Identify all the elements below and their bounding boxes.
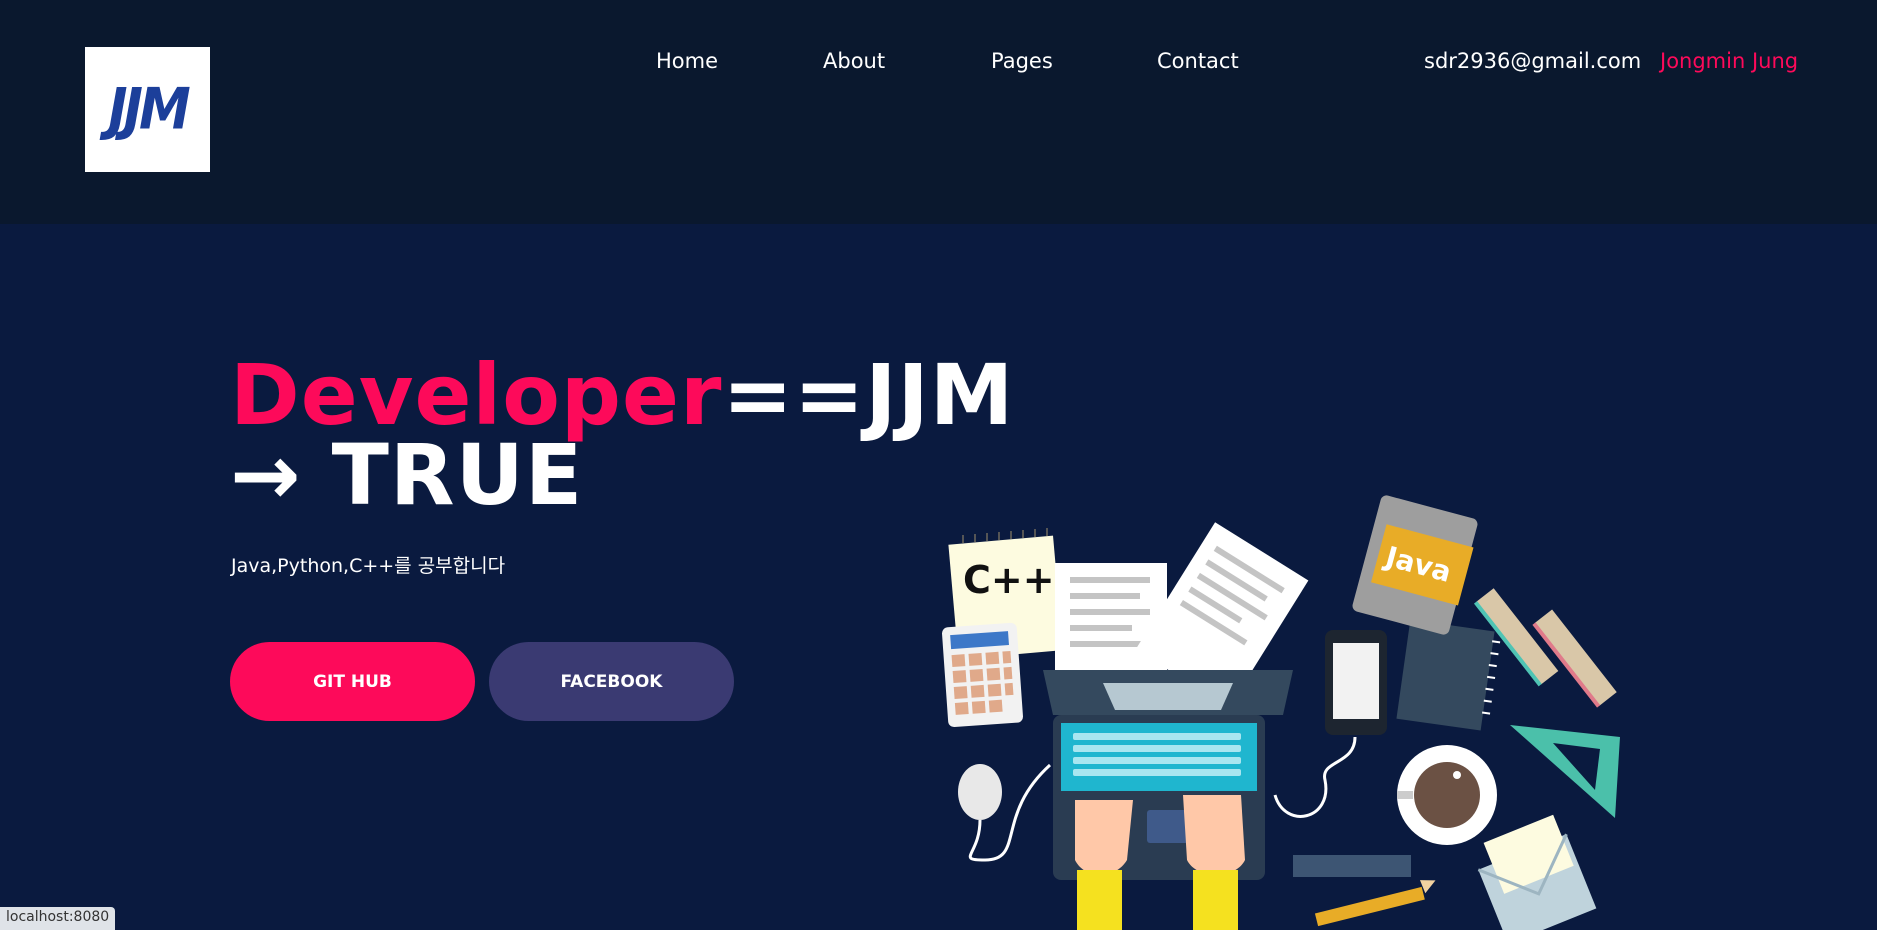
phone	[1273, 630, 1387, 818]
logo[interactable]: JJM	[85, 47, 210, 172]
nav-about[interactable]: About	[823, 49, 885, 73]
books-stack	[1473, 588, 1617, 708]
facebook-button[interactable]: FACEBOOK	[489, 642, 734, 721]
ruler	[1293, 855, 1411, 877]
hero-headline: Developer==JJM → TRUE	[230, 353, 1014, 517]
calculator	[942, 622, 1023, 728]
developer-desk-illustration: C++ Java	[942, 495, 1620, 930]
nav-contact[interactable]: Contact	[1157, 49, 1239, 73]
mouse	[958, 763, 1052, 862]
github-button[interactable]: GIT HUB	[230, 642, 475, 721]
contact-email: sdr2936@gmail.com	[1424, 49, 1642, 73]
browser-status-bar: localhost:8080	[0, 907, 116, 930]
headline-jjm: ==JJM	[722, 346, 1015, 444]
hero-subtitle: Java,Python,C++를 공부합니다	[231, 555, 506, 577]
notepad-cpp-text: C++	[963, 558, 1055, 602]
nav-pages[interactable]: Pages	[991, 49, 1053, 73]
logo-text: JJM	[108, 76, 190, 143]
pencil	[1314, 880, 1436, 927]
java-book: Java	[1352, 495, 1478, 635]
envelope	[1477, 814, 1597, 930]
notebook	[1396, 619, 1501, 731]
coffee-cup	[1397, 745, 1497, 845]
nav-home[interactable]: Home	[656, 49, 718, 73]
triangle-ruler	[1510, 725, 1620, 818]
header: JJM Home About Pages Contact sdr2936@gma…	[0, 0, 1877, 224]
headline-true: → TRUE	[230, 426, 584, 524]
user-name-link[interactable]: Jongmin Jung	[1660, 49, 1798, 73]
